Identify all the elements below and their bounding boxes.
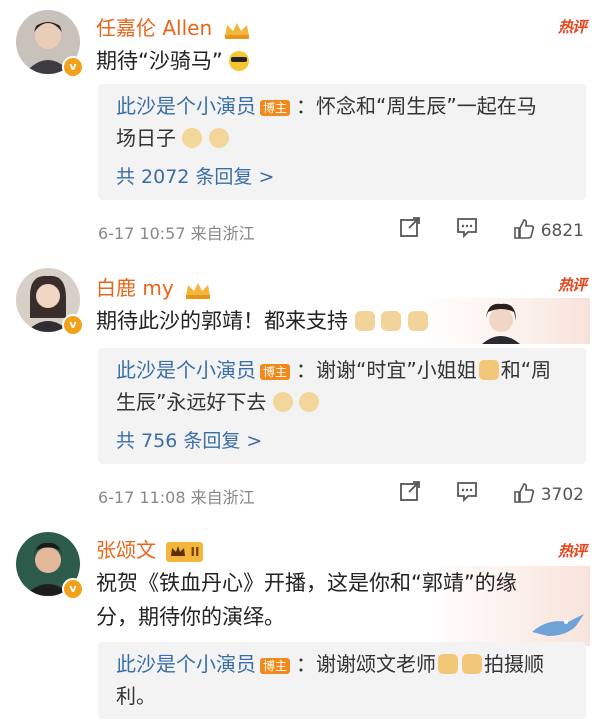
like-button[interactable]: 3702 [513, 482, 584, 505]
action-bar: 6821 [369, 216, 584, 243]
hot-comment-badge: 热评 [557, 18, 587, 36]
pray-emoji-icon [462, 654, 483, 674]
like-count: 6821 [540, 221, 584, 241]
verified-icon: v [62, 314, 84, 336]
author-tag: 博主 [260, 657, 291, 674]
reply-text: 利。 [116, 684, 156, 708]
dog-emoji-icon [272, 392, 293, 412]
hot-comment-badge: 热评 [557, 542, 587, 560]
level-badge: II [166, 541, 204, 562]
bow-emoji-icon [478, 360, 499, 380]
dog-emoji-icon [182, 128, 203, 148]
like-button[interactable]: 6821 [513, 218, 584, 241]
reply-text: 生辰”永远好下去 [116, 390, 267, 414]
comment-text: 期待此沙的郭靖！都来支持 [96, 304, 429, 338]
dog-emoji-icon [299, 392, 320, 412]
reply-text: 拍摄顺 [484, 652, 545, 676]
reply-box[interactable]: 此沙是个小演员 博主 ：怀念和“周生辰”一起在马 场日子 共 2072 条回复 > [98, 84, 586, 200]
username[interactable]: 白鹿 my [96, 272, 212, 301]
reply-username[interactable]: 此沙是个小演员 [116, 94, 256, 118]
view-replies-link[interactable]: 共 2072 条回复 > [116, 162, 274, 189]
reply-text: 场日子 [116, 126, 176, 150]
action-bar: 3702 [369, 480, 584, 507]
reply-box[interactable]: 此沙是个小演员 博主 ：谢谢颂文老师 拍摄顺 利。 [98, 642, 586, 719]
reply-text: 和“周 [500, 358, 552, 382]
comment-text: 期待“沙骑马” [96, 44, 250, 78]
comment-icon[interactable] [456, 216, 478, 243]
crown-icon [171, 545, 186, 556]
comment-text: 祝贺《铁血丹心》开播，这是你和“郭靖”的缘 分，期待你的演绎。 [96, 571, 517, 629]
view-replies-link[interactable]: 共 756 条回复 > [116, 426, 262, 453]
crown-icon [224, 22, 249, 39]
thumb-up-icon [514, 483, 535, 503]
comment-icon[interactable] [456, 480, 478, 507]
dog-emoji-icon [208, 128, 229, 148]
muscle-emoji-icon [381, 311, 402, 331]
muscle-emoji-icon [408, 311, 429, 331]
crown-icon [186, 282, 211, 299]
reply-text: ：怀念和“周生辰”一起在马 [296, 94, 537, 118]
verified-icon: v [62, 56, 84, 78]
comment-meta: 6-17 11:08 来自浙江 [98, 488, 255, 507]
like-count: 3702 [540, 485, 584, 505]
reply-username[interactable]: 此沙是个小演员 [116, 358, 256, 382]
verified-icon: v [62, 578, 84, 600]
author-tag: 博主 [260, 99, 291, 116]
share-icon[interactable] [399, 216, 421, 243]
author-tag: 博主 [260, 363, 291, 380]
muscle-emoji-icon [354, 311, 375, 331]
sticker-image [420, 298, 590, 344]
username[interactable]: 任嘉伦 Allen [96, 12, 251, 41]
reply-text: ：谢谢“时宜”小姐姐 [296, 358, 477, 382]
comment-meta: 6-17 10:57 来自浙江 [98, 224, 255, 243]
hot-comment-badge: 热评 [557, 276, 587, 294]
comment-item: v 张颂文 II 热评 祝贺《铁血丹心》开播，这是你和“郭靖”的缘 分，期待你的… [0, 520, 600, 719]
reply-box[interactable]: 此沙是个小演员 博主 ：谢谢“时宜”小姐姐 和“周 生辰”永远好下去 共 756 条回… [98, 348, 586, 464]
username[interactable]: 张颂文 II [96, 534, 204, 563]
reply-text: ：谢谢颂文老师 [296, 652, 437, 676]
pray-emoji-icon [438, 654, 459, 674]
comment-item: v 白鹿 my 热评 期待此沙的郭靖！都来支持 此沙是个小演员 博主 ：谢谢“时宜”… [0, 258, 600, 520]
thumb-up-icon [514, 219, 535, 239]
comment-item: v 任嘉伦 Allen 热评 期待“沙骑马” 此沙是个小演员 博主 ：怀念和“周生辰… [0, 0, 600, 258]
share-icon[interactable] [399, 480, 421, 507]
cool-emoji-icon [229, 51, 250, 71]
reply-username[interactable]: 此沙是个小演员 [116, 652, 256, 676]
